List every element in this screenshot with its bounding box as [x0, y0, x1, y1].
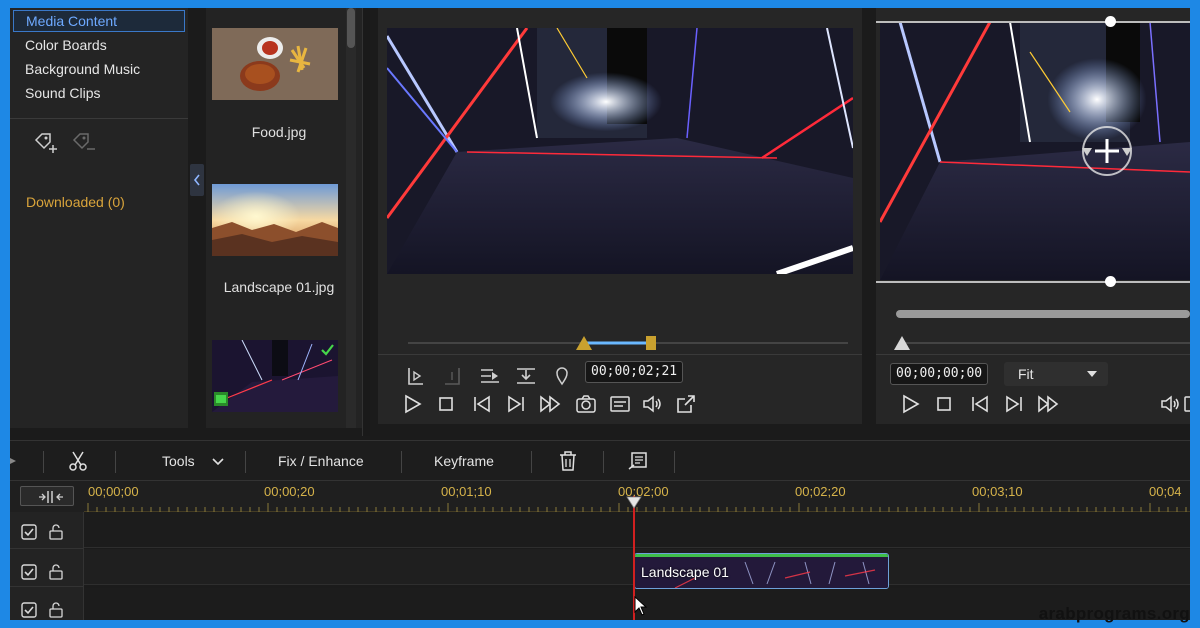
track-header-column	[10, 512, 84, 620]
track-enable-checkbox[interactable]	[21, 564, 37, 580]
snapshot-camera-icon[interactable]	[574, 392, 598, 416]
library-panel: Media Content Color Boards Background Mu…	[10, 8, 188, 428]
movie-preview-player: 00;00;00;00 Fit	[876, 8, 1190, 424]
media-label: Food.jpg	[251, 124, 307, 140]
ruler-tick-label: 00;01;10	[441, 484, 492, 499]
chevron-down-icon[interactable]	[212, 458, 224, 466]
media-label: Landscape 01.jpg	[223, 279, 335, 295]
marker-icon[interactable]	[550, 364, 574, 388]
zoom-select[interactable]: Fit	[1004, 362, 1108, 386]
resize-handle-top[interactable]	[1105, 16, 1116, 27]
track-lock-icon[interactable]	[48, 524, 64, 540]
playhead-marker[interactable]	[626, 496, 642, 510]
insert-to-timeline-icon[interactable]	[478, 364, 502, 388]
overwrite-to-timeline-icon[interactable]	[514, 364, 538, 388]
category-color-boards[interactable]: Color Boards	[13, 34, 185, 56]
next-frame-icon[interactable]	[1002, 392, 1026, 416]
clip-label: Landscape 01	[641, 564, 729, 580]
category-background-music[interactable]: Background Music	[13, 58, 185, 80]
mark-in-icon[interactable]	[404, 364, 428, 388]
category-media-content[interactable]: Media Content	[13, 10, 185, 32]
downloaded-category[interactable]: Downloaded (0)	[26, 194, 125, 210]
next-frame-icon[interactable]	[504, 392, 528, 416]
timeline-track[interactable]	[84, 512, 1190, 548]
watermark: arabprograms.org	[1038, 604, 1190, 623]
previous-frame-icon[interactable]	[968, 392, 992, 416]
movie-timecode[interactable]: 00;00;00;00	[890, 363, 989, 385]
clip-preview-video	[387, 28, 853, 274]
track-enable-checkbox[interactable]	[21, 602, 37, 618]
remove-tag-icon[interactable]	[70, 132, 96, 156]
stop-icon[interactable]	[932, 392, 956, 416]
clip-preview-player: 00;00;02;21	[378, 8, 862, 424]
category-sound-clips[interactable]: Sound Clips	[13, 82, 185, 104]
timeline-ruler[interactable]: 00;00;00 00;00;20 00;01;10 00;02;00 00;0…	[10, 480, 1190, 513]
tools-menu[interactable]: Tools	[162, 453, 195, 469]
resize-handle-bottom[interactable]	[1105, 276, 1116, 287]
toolbar-overflow-icon[interactable]	[10, 457, 18, 465]
ruler-tick-label: 00;00;20	[264, 484, 315, 499]
movie-preview-video	[880, 22, 1190, 280]
play-icon[interactable]	[400, 392, 424, 416]
undock-window-icon[interactable]	[674, 392, 698, 416]
selection-box-top	[876, 21, 1190, 23]
mark-out-icon[interactable]	[440, 364, 464, 388]
mouse-cursor-icon	[634, 596, 648, 616]
fix-enhance-button[interactable]: Fix / Enhance	[278, 453, 364, 469]
track-lock-icon[interactable]	[48, 564, 64, 580]
divider	[10, 118, 188, 119]
media-thumb-video[interactable]	[212, 340, 338, 412]
edit-subtitle-icon[interactable]	[626, 449, 650, 473]
media-library-grid: Food.jpg Landscape 01.jpg	[206, 8, 362, 428]
ruler-tick-label: 00;00;00	[88, 484, 139, 499]
ruler-tick-label: 00;03;10	[972, 484, 1023, 499]
track-enable-checkbox[interactable]	[21, 524, 37, 540]
video-editor-window: Media Content Color Boards Background Mu…	[10, 8, 1190, 620]
movie-progress-bar[interactable]	[896, 310, 1190, 318]
media-thumb-food[interactable]	[212, 28, 338, 100]
add-tag-icon[interactable]	[32, 132, 58, 156]
fast-forward-icon[interactable]	[538, 392, 562, 416]
trash-icon[interactable]	[556, 449, 580, 473]
previous-frame-icon[interactable]	[470, 392, 494, 416]
zoom-select-value: Fit	[1018, 366, 1034, 382]
fit-timeline-button[interactable]	[20, 486, 74, 506]
clip-trim-slider[interactable]	[408, 334, 848, 352]
movie-scrub-slider[interactable]	[892, 334, 1190, 352]
volume-icon[interactable]	[640, 392, 664, 416]
chevron-down-icon	[1087, 371, 1097, 377]
timeline-toolbar: Tools Fix / Enhance Keyframe	[10, 440, 1190, 480]
fast-forward-icon[interactable]	[1036, 392, 1060, 416]
volume-icon[interactable]	[1158, 392, 1182, 416]
timeline-clip[interactable]: Landscape 01	[634, 553, 889, 589]
stop-icon[interactable]	[434, 392, 458, 416]
play-icon[interactable]	[898, 392, 922, 416]
media-scrollbar[interactable]	[346, 8, 356, 428]
clip-timecode[interactable]: 00;00;02;21	[585, 361, 684, 383]
ruler-tick-label: 00;02;20	[795, 484, 846, 499]
split-scissors-icon[interactable]	[66, 449, 90, 473]
panel-splitter[interactable]	[362, 8, 370, 436]
collapse-panel-button[interactable]	[190, 164, 204, 196]
keyframe-button[interactable]: Keyframe	[434, 453, 494, 469]
move-rotate-handle-icon[interactable]	[1078, 122, 1136, 180]
ruler-tick-label: 00;04	[1149, 484, 1182, 499]
selection-box-bottom	[876, 281, 1190, 283]
track-lock-icon[interactable]	[48, 602, 64, 618]
media-thumb-landscape[interactable]	[212, 184, 338, 256]
subtitles-icon[interactable]	[608, 392, 632, 416]
subtitles-icon[interactable]	[1182, 392, 1190, 416]
